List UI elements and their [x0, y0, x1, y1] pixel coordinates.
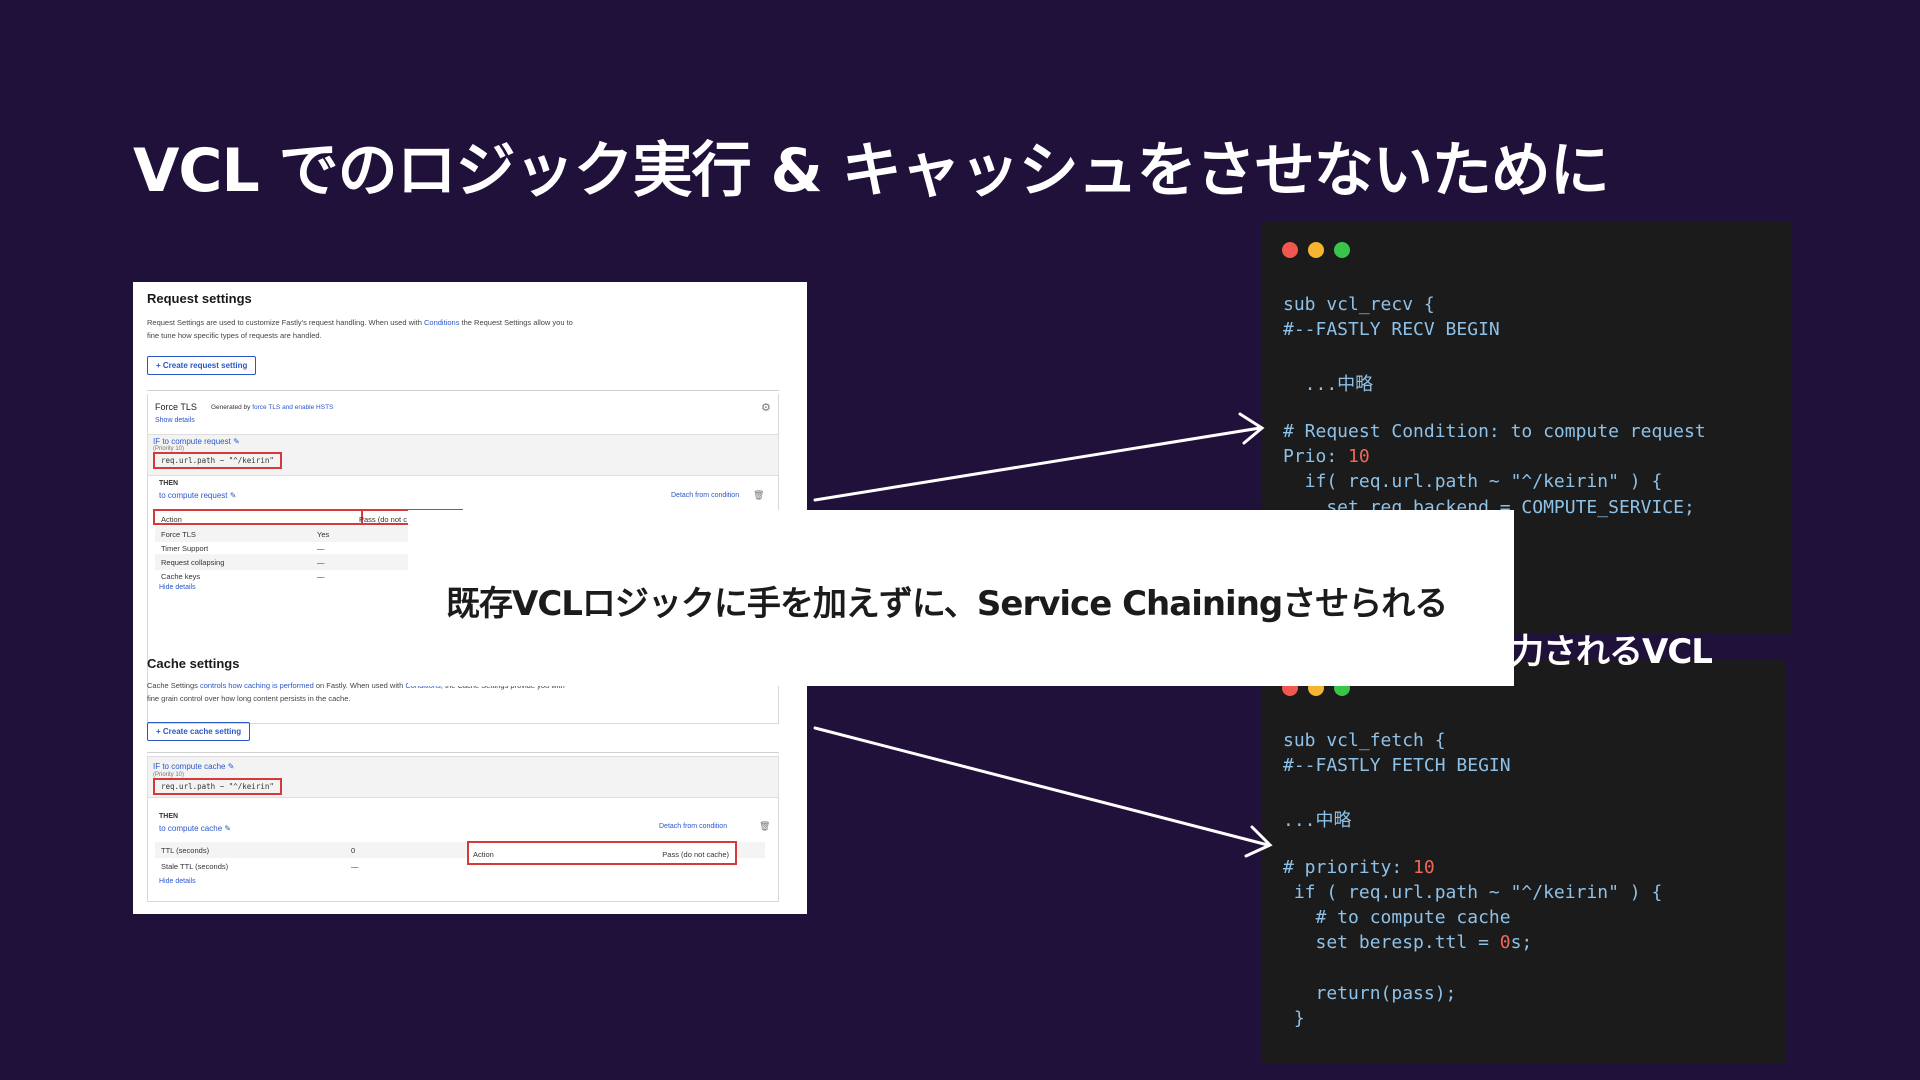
callout-banner: 既存VCLロジックに手を加えずに、Service Chainingさせられる [408, 510, 1514, 686]
callout-text: 既存VCLロジックに手を加えずに、Service Chainingさせられる [446, 584, 1448, 624]
arrow-to-recv [813, 426, 1262, 502]
arrow-to-fetch [813, 726, 1270, 847]
